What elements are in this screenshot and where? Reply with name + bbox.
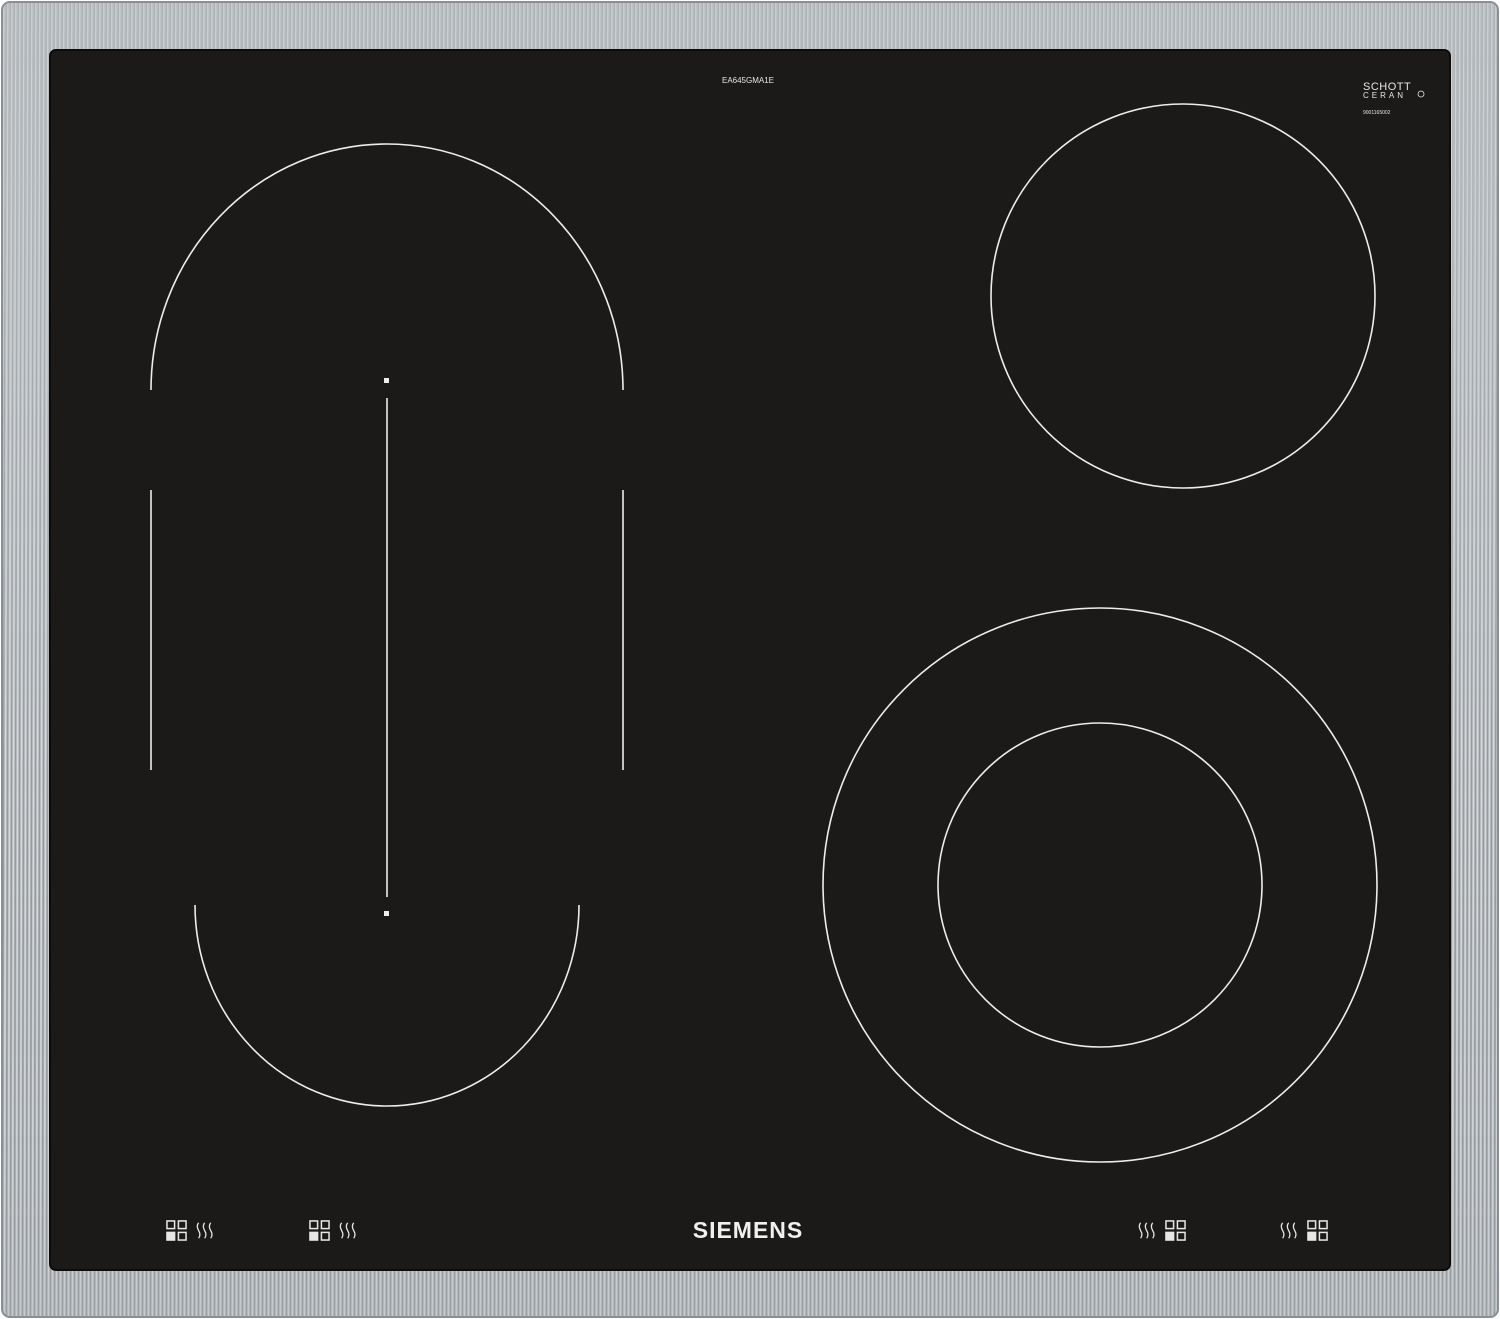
glass-panel xyxy=(49,49,1451,1271)
zone-marker-top xyxy=(384,378,389,383)
svg-text:9001165002: 9001165002 xyxy=(1363,110,1391,116)
brand-logo: SIEMENS xyxy=(693,1217,804,1243)
zone-marker-bottom xyxy=(384,911,389,916)
svg-text:CERAN: CERAN xyxy=(1363,91,1406,100)
model-number: EA645GMA1E xyxy=(722,76,774,85)
ceramic-hob: EA645GMA1E SCHOTT CERAN 9001165002 SIEME… xyxy=(1,1,1499,1318)
